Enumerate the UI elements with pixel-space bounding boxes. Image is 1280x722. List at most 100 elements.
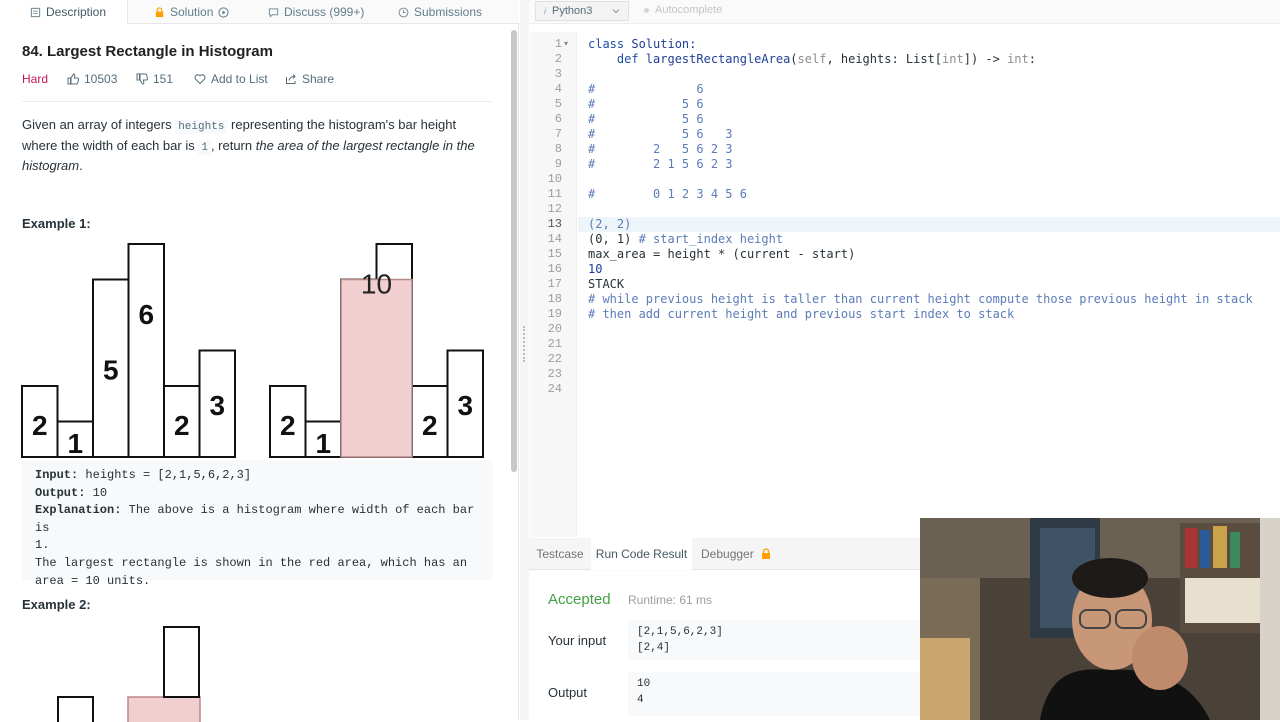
language-label: Python3: [552, 5, 593, 17]
histogram-figure: 215623 102123: [21, 243, 484, 459]
line-number: 18: [547, 292, 562, 306]
problem-title: 84. Largest Rectangle in Histogram: [22, 43, 273, 60]
line-number: 19: [547, 307, 562, 321]
bar-value-label: 3: [209, 390, 225, 421]
description-scrollbar[interactable]: [511, 30, 517, 472]
bar-value-label: 1: [315, 428, 331, 459]
output-value: 10 4: [628, 672, 928, 716]
explanation-line-3: The largest rectangle is shown in the re…: [35, 555, 468, 570]
divider: [22, 101, 493, 102]
problem-tabs: Description Solution Discuss (999+) Subm…: [0, 0, 519, 24]
line-number: 8: [554, 142, 562, 156]
largest-rectangle-area: [340, 278, 413, 458]
code-line-15: max_area = height * (current - start): [588, 247, 856, 261]
tuple-text: (0, 1): [588, 232, 639, 246]
tab-solution-label: Solution: [170, 5, 214, 19]
line-number: 14: [547, 232, 562, 246]
tab-debugger[interactable]: Debugger: [701, 538, 772, 570]
status-dot-icon: [644, 7, 649, 13]
language-select[interactable]: i Python3: [535, 1, 629, 21]
lock-icon: [761, 548, 770, 559]
add-to-list-button[interactable]: Add to List: [194, 72, 268, 86]
example-1-heading: Example 1:: [22, 216, 91, 231]
active-line-highlight: [578, 217, 1280, 232]
comment-line: # 5 6: [588, 97, 704, 111]
paren-open: (: [790, 52, 798, 66]
example-1-box: Input: heights = [2,1,5,6,2,3] Output: 1…: [22, 460, 493, 588]
comment-line: # 5 6 3: [588, 127, 733, 141]
tab-submissions[interactable]: Submissions: [398, 0, 482, 24]
problem-panel: Description Solution Discuss (999+) Subm…: [0, 0, 519, 722]
example-2-heading: Example 2:: [22, 597, 91, 612]
autocomplete-toggle[interactable]: Autocomplete: [644, 4, 722, 16]
line-number: 20: [547, 322, 562, 336]
heart-icon: [194, 74, 206, 85]
param-heights: , heights: List[: [826, 52, 943, 66]
code-line-2: def largestRectangleArea(self, heights: …: [588, 52, 1036, 66]
status-accepted: Accepted: [548, 591, 611, 608]
area-label: 10: [361, 268, 392, 299]
tab-run-code-result[interactable]: Run Code Result: [591, 538, 692, 570]
line-number: 1: [554, 37, 562, 51]
tab-testcase[interactable]: Testcase: [529, 538, 591, 570]
kw-def: def: [588, 52, 646, 66]
class-name: Solution:: [624, 37, 697, 51]
bar-value-label: 2: [280, 410, 296, 441]
dislike-button[interactable]: 151: [136, 72, 173, 86]
comment-line: # 0 1 2 3 4 5 6: [588, 187, 747, 201]
histogram-bar: [127, 243, 165, 458]
code-heights: heights: [175, 120, 228, 134]
code-line-1: class Solution:: [588, 37, 696, 51]
share-icon: [286, 74, 296, 84]
bar-value-label: 5: [103, 355, 119, 386]
share-button[interactable]: Share: [285, 72, 334, 86]
arrow: ]) ->: [963, 52, 1008, 66]
input-value: heights = [2,1,5,6,2,3]: [78, 468, 252, 482]
tab-debugger-label: Debugger: [701, 547, 754, 561]
panel-splitter[interactable]: [520, 0, 529, 720]
difficulty-badge: Hard: [22, 72, 48, 86]
bar-value-label: 3: [457, 390, 473, 421]
chevron-down-icon: [612, 9, 620, 14]
code-line-13: (2, 2): [588, 217, 632, 231]
line-number: 6: [554, 112, 562, 126]
explanation-line-2: 1.: [35, 538, 50, 553]
histogram-right: 102123: [269, 243, 484, 459]
problem-description: Given an array of integers heights repre…: [22, 116, 493, 176]
line-number: 21: [547, 337, 562, 351]
like-count: 10503: [84, 72, 118, 86]
line-number: 16: [547, 262, 562, 276]
code-line-14: (0, 1) # start_index height: [588, 232, 783, 246]
explanation-line-4: area = 10 units.: [35, 573, 151, 588]
tab-description-label: Description: [46, 5, 107, 19]
bar-value-label: 2: [422, 410, 438, 441]
bar-value-label: 6: [138, 299, 154, 330]
like-button[interactable]: 10503: [67, 72, 117, 86]
tab-solution[interactable]: Solution: [154, 0, 229, 24]
fold-arrow-icon[interactable]: ▾: [564, 39, 568, 48]
runtime-text: Runtime: 61 ms: [628, 593, 713, 607]
comment-line: # 2 1 5 6 2 3: [588, 157, 733, 171]
line-number: 11: [547, 187, 562, 201]
play-circle-icon: [218, 6, 229, 18]
editor-toolbar: [529, 0, 1280, 24]
line-number: 9: [554, 157, 562, 171]
comment-start-index: # start_index height: [638, 232, 784, 246]
webcam-overlay: [920, 518, 1280, 720]
self-param: self: [797, 52, 827, 66]
autocomplete-label: Autocomplete: [655, 4, 723, 16]
line-number: 13: [547, 217, 562, 231]
thumbs-up-icon: [67, 73, 79, 85]
output-value: 10: [85, 485, 108, 500]
line-number: 17: [547, 277, 562, 291]
thumbs-down-icon: [136, 73, 148, 85]
code-line-16: 10: [588, 262, 603, 276]
line-number: 10: [547, 172, 562, 186]
desc-text-3: , return: [210, 137, 256, 153]
lock-icon: [155, 6, 164, 17]
tab-discuss[interactable]: Discuss (999+): [268, 0, 364, 24]
line-number: 5: [554, 97, 562, 111]
comment-line: # 2 5 6 2 3: [588, 142, 733, 156]
tab-description[interactable]: Description: [0, 0, 128, 24]
tab-submissions-label: Submissions: [414, 5, 483, 19]
